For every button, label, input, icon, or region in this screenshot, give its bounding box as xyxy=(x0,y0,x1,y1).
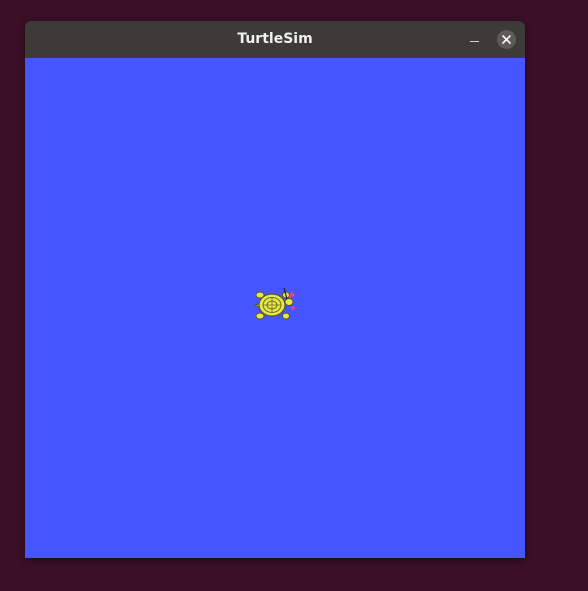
minimize-icon xyxy=(470,41,479,42)
window-title: TurtleSim xyxy=(237,31,313,47)
close-button[interactable] xyxy=(497,30,516,49)
minimize-button[interactable] xyxy=(465,29,485,49)
turtle-canvas[interactable] xyxy=(25,58,525,558)
turtlesim-window: TurtleSim xyxy=(25,21,525,558)
close-icon xyxy=(502,35,511,44)
window-titlebar[interactable]: TurtleSim xyxy=(25,21,525,58)
turtle xyxy=(253,283,299,325)
turtle-icon xyxy=(253,287,295,320)
desktop: TurtleSim xyxy=(0,0,588,591)
